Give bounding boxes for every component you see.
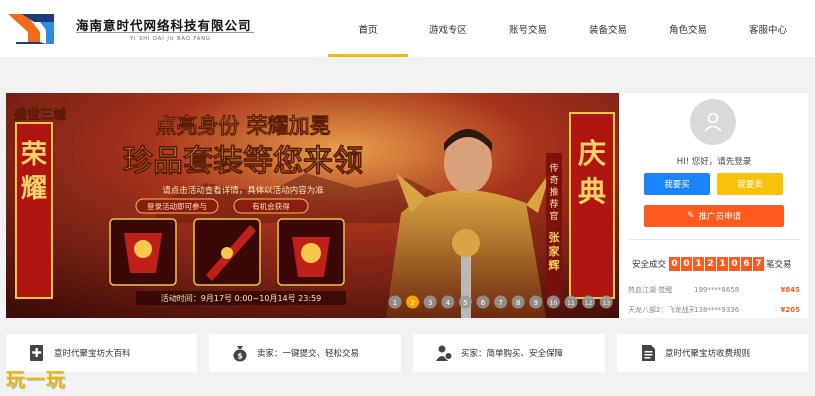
money-bag-icon: $ bbox=[233, 346, 247, 362]
reward-item-1 bbox=[109, 218, 177, 286]
endorser-name-2: 家 bbox=[549, 244, 561, 258]
right-banner-char-2: 典 bbox=[578, 175, 606, 208]
pager-dot-label: 12 bbox=[585, 300, 593, 307]
promo-banner[interactable]: 荣 耀 庆 典 盛世三城 点亮身份 荣耀加冕 珍品套装等您来领 请点击活动查看详… bbox=[6, 93, 619, 318]
endorser-name-1: 张 bbox=[549, 230, 561, 244]
nav-service-center[interactable]: 客服中心 bbox=[728, 0, 808, 57]
pager-dot-label: 10 bbox=[550, 300, 558, 307]
pager-dot-label: 4 bbox=[446, 299, 451, 307]
watermark-logo: 玩一玩 bbox=[6, 369, 67, 391]
banner-headline: 点亮身份 荣耀加冕 bbox=[155, 114, 330, 138]
pager-dot-label: 8 bbox=[516, 299, 520, 307]
banner-main-title: 珍品套装等您来领 bbox=[123, 144, 363, 179]
banner-tag-login: 登录活动即可参与 bbox=[147, 201, 207, 211]
quick-link-seller[interactable]: $ 卖家：一键提交、轻松交易 bbox=[209, 334, 401, 372]
counter-digit: 1 bbox=[693, 257, 705, 271]
endorser-line-5: 官 bbox=[549, 210, 558, 222]
banner-tag-chance: 有机会获得 bbox=[252, 201, 290, 211]
buyer-icon bbox=[436, 345, 453, 361]
safe-deal-prefix: 安全成交 bbox=[632, 260, 667, 270]
deal-price: ¥205 bbox=[780, 306, 800, 314]
quick-link-label: 意时代聚宝坊大百科 bbox=[54, 349, 131, 359]
deal-game: 天龙八部2：飞龙战天 bbox=[628, 306, 694, 314]
pager-dot-label: 6 bbox=[481, 299, 486, 307]
counter-digit: 0 bbox=[681, 257, 693, 271]
user-icon bbox=[704, 112, 722, 132]
nav-home[interactable]: 首页 bbox=[328, 0, 408, 57]
safe-deal-counter: 安全成交 0 0 1 2 1 0 6 7 笔交易 bbox=[632, 257, 792, 271]
banner-artwork: 荣 耀 庆 典 盛世三城 点亮身份 荣耀加冕 珍品套装等您来领 请点击活动查看详… bbox=[6, 93, 619, 318]
brand-divider bbox=[76, 32, 254, 33]
panel-divider bbox=[628, 239, 800, 240]
brand-logo-icon[interactable] bbox=[6, 8, 68, 48]
reward-item-3 bbox=[277, 218, 345, 286]
counter-digit: 2 bbox=[705, 257, 717, 271]
deal-user: 138****9336 bbox=[694, 306, 740, 314]
counter-digit: 7 bbox=[753, 257, 765, 271]
pager-dot-label: 7 bbox=[498, 299, 502, 307]
pager-dot-label: 11 bbox=[567, 300, 575, 307]
avatar[interactable] bbox=[690, 99, 736, 145]
endorser-line-4: 荐 bbox=[549, 199, 558, 210]
endorser-line: 传 bbox=[549, 162, 558, 174]
user-panel: HI! 您好，请先登录 我要买 我要卖 ✎ 推广员申请 安全成交 0 0 1 2… bbox=[620, 93, 808, 318]
svg-text:$: $ bbox=[237, 352, 243, 361]
pager-dot-label: 13 bbox=[602, 300, 610, 307]
safe-deal-suffix: 笔交易 bbox=[766, 260, 792, 270]
promoter-apply-label: 推广员申请 bbox=[698, 212, 742, 222]
banner-activity-time: 活动时间：9月17号 0:00~10月14号 23:59 bbox=[161, 293, 321, 303]
counter-digit: 0 bbox=[729, 257, 741, 271]
pager-dot-label: 5 bbox=[463, 299, 467, 307]
rules-doc-icon bbox=[642, 345, 655, 361]
deal-user: 199****8658 bbox=[694, 286, 740, 294]
nav-character-trade[interactable]: 角色交易 bbox=[648, 0, 728, 57]
endorser-line-3: 推 bbox=[549, 186, 558, 198]
plus-doc-icon bbox=[30, 345, 43, 361]
site-header: 海南意时代网络科技有限公司 YI SHI DAI JU BAO FANG 首页 … bbox=[0, 0, 815, 57]
left-banner-char-1: 荣 bbox=[21, 140, 47, 170]
counter-digit: 1 bbox=[717, 257, 729, 271]
counter-digit: 0 bbox=[669, 257, 681, 271]
pager-dot-label: 2 bbox=[410, 299, 414, 307]
nav-equipment-trade[interactable]: 装备交易 bbox=[568, 0, 648, 57]
deal-price: ¥845 bbox=[780, 286, 800, 294]
edit-icon: ✎ bbox=[686, 211, 695, 221]
deal-row[interactable]: 热血江湖·觉醒 199****8658 ¥845 bbox=[628, 283, 800, 297]
right-banner-char-1: 庆 bbox=[578, 137, 606, 170]
game-logo: 盛世三城 bbox=[14, 107, 66, 123]
endorser-line-2: 奇 bbox=[549, 174, 558, 186]
deal-game: 热血江湖·觉醒 bbox=[628, 286, 673, 294]
pager-dot-label: 1 bbox=[393, 299, 397, 307]
login-greeting[interactable]: HI! 您好，请先登录 bbox=[620, 155, 808, 167]
banner-tip: 请点击活动查看详情，具体以活动内容为准 bbox=[162, 185, 324, 196]
endorser-name-3: 辉 bbox=[549, 259, 560, 272]
quick-link-label: 意时代聚宝坊收费规则 bbox=[665, 349, 751, 359]
counter-digit: 6 bbox=[741, 257, 753, 271]
deal-row[interactable]: 天龙八部2：飞龙战天 138****9336 ¥205 bbox=[628, 303, 800, 317]
nav-game-zone[interactable]: 游戏专区 bbox=[408, 0, 488, 57]
buy-button[interactable]: 我要买 bbox=[644, 173, 710, 195]
nav-account-trade[interactable]: 账号交易 bbox=[488, 0, 568, 57]
reward-item-2 bbox=[193, 218, 261, 286]
pager-dot-label: 3 bbox=[428, 299, 432, 307]
main-nav: 首页 游戏专区 账号交易 装备交易 角色交易 客服中心 bbox=[328, 0, 808, 57]
pager-dot-label: 9 bbox=[534, 299, 538, 307]
quick-link-label: 买家：简单购买、安全保障 bbox=[461, 349, 564, 359]
quick-link-fee-rules[interactable]: 意时代聚宝坊收费规则 bbox=[617, 334, 808, 372]
brand-subtitle: YI SHI DAI JU BAO FANG bbox=[130, 36, 211, 42]
quick-link-label: 卖家：一键提交、轻松交易 bbox=[257, 349, 360, 359]
left-banner-char-2: 耀 bbox=[21, 174, 47, 204]
quick-link-buyer[interactable]: 买家：简单购买、安全保障 bbox=[413, 334, 605, 372]
promoter-apply-button[interactable]: ✎ 推广员申请 bbox=[644, 205, 784, 227]
sell-button[interactable]: 我要卖 bbox=[717, 173, 783, 195]
